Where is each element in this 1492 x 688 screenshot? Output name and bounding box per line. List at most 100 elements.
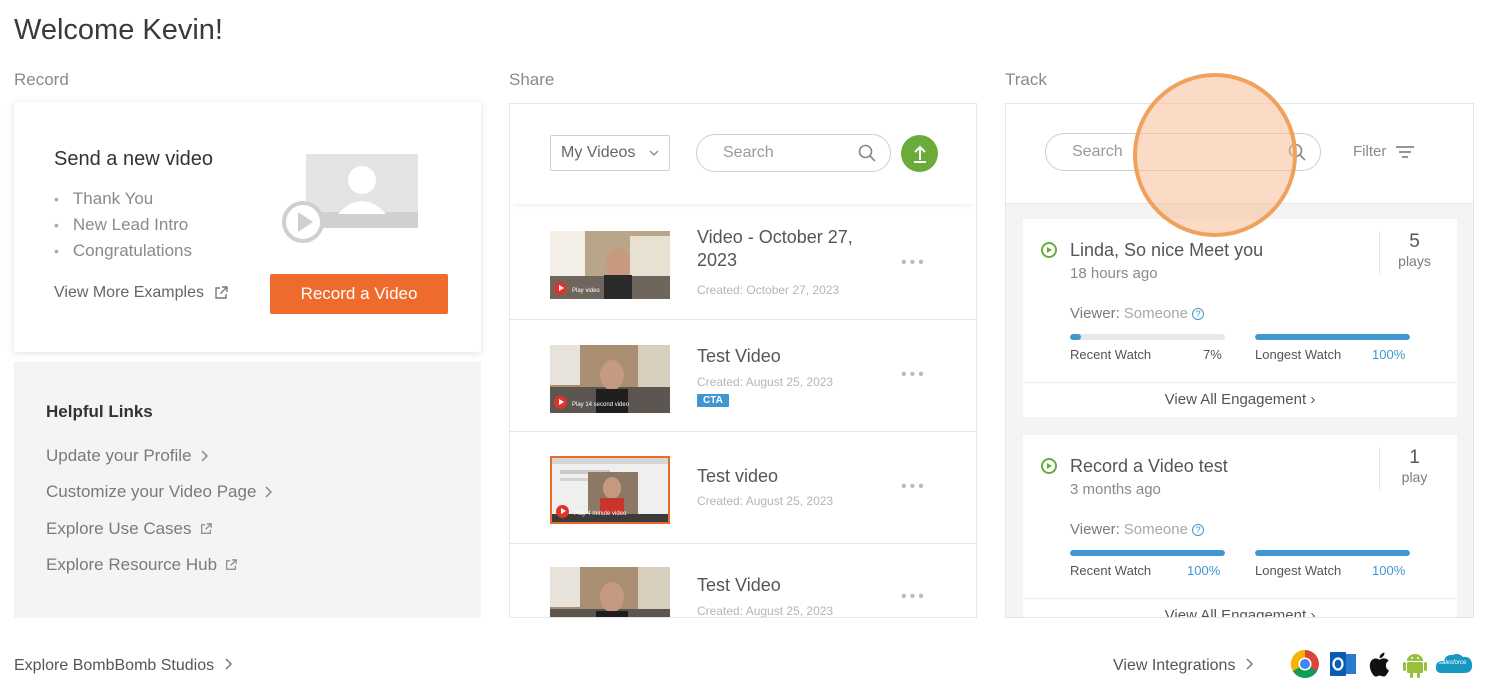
helpful-links-title: Helpful Links — [46, 402, 153, 421]
link-label: Explore Resource Hub — [46, 555, 218, 574]
video-created: Created: August 25, 2023 — [697, 375, 834, 389]
engagement-title[interactable]: Linda, So nice Meet you — [1070, 240, 1263, 261]
video-title[interactable]: Test Video — [697, 345, 887, 368]
view-all-label: View All Engagement — [1164, 391, 1307, 408]
engagement-time: 3 months ago — [1070, 481, 1161, 498]
recent-watch-percent: 7% — [1203, 347, 1222, 362]
viewer-info: Viewer: Someone ? — [1070, 521, 1204, 538]
viewer-label: Viewer: — [1070, 521, 1120, 538]
filter-label: Filter — [1353, 143, 1387, 160]
link-label: Update your Profile — [46, 446, 192, 465]
link-label: Explore Use Cases — [46, 519, 192, 538]
view-all-engagement-link[interactable]: View All Engagement › — [1023, 598, 1457, 617]
customize-video-page-link[interactable]: Customize your Video Page — [46, 482, 273, 502]
upload-icon — [913, 145, 926, 163]
share-label: Share — [509, 70, 555, 89]
view-integrations-link[interactable]: View Integrations — [1113, 657, 1254, 675]
touch-indicator — [1133, 73, 1297, 237]
video-thumbnail[interactable]: Play 14 second video — [550, 345, 670, 413]
engagement-title[interactable]: Record a Video test — [1070, 456, 1228, 477]
play-icon — [554, 282, 567, 295]
recent-watch-label: Recent Watch — [1070, 347, 1152, 362]
video-created: Created: August 25, 2023 — [697, 494, 834, 508]
page-title: Welcome Kevin! — [14, 14, 223, 46]
chevron-right-icon — [225, 658, 233, 670]
video-title[interactable]: Test video — [697, 465, 887, 488]
helpful-links-panel: Helpful Links Update your Profile Custom… — [14, 362, 481, 618]
video-created: Created: August 25, 2023 — [697, 604, 834, 618]
select-value: My Videos — [561, 144, 636, 161]
plays-label: play — [1401, 469, 1428, 485]
video-filter-select[interactable]: My Videos — [550, 135, 670, 171]
upload-button[interactable] — [901, 135, 938, 172]
video-title[interactable]: Test Video — [697, 574, 887, 597]
share-search-input[interactable]: Search — [696, 134, 891, 172]
longest-watch-percent: 100% — [1372, 347, 1406, 362]
search-icon — [858, 144, 876, 162]
longest-watch-fill — [1255, 550, 1410, 556]
info-icon[interactable]: ? — [1191, 523, 1204, 536]
send-video-card: Send a new video Thank You New Lead Intr… — [14, 102, 481, 352]
chrome-icon[interactable] — [1290, 649, 1320, 679]
plays-label: plays — [1398, 253, 1431, 269]
recent-watch-label: Recent Watch — [1070, 563, 1152, 578]
record-video-button[interactable]: Record a Video — [270, 274, 448, 314]
video-row[interactable]: Play 4 minute video Test video Created: … — [510, 432, 976, 544]
explore-studios-link[interactable]: Explore BombBomb Studios — [14, 657, 233, 675]
chevron-right-icon — [265, 486, 273, 498]
external-link-icon — [215, 286, 228, 299]
info-icon[interactable]: ? — [1191, 307, 1204, 320]
recent-watch-bar — [1070, 334, 1225, 340]
view-more-examples-link[interactable]: View More Examples — [54, 284, 228, 302]
view-more-examples-label: View More Examples — [54, 284, 204, 301]
plays-count: 5 — [1409, 231, 1420, 252]
longest-watch-bar — [1255, 550, 1410, 556]
longest-watch-percent: 100% — [1372, 563, 1406, 578]
update-profile-link[interactable]: Update your Profile — [46, 446, 208, 466]
longest-watch-fill — [1255, 334, 1410, 340]
track-label: Track — [1005, 70, 1047, 89]
chevron-right-icon — [201, 450, 208, 462]
android-icon[interactable] — [1400, 649, 1430, 679]
example-item: Congratulations — [54, 238, 192, 264]
view-all-engagement-link[interactable]: View All Engagement › — [1023, 382, 1457, 417]
card-title: Send a new video — [54, 148, 214, 170]
more-options-icon[interactable]: ••• — [901, 366, 927, 384]
thumbnail-caption: Play 14 second video — [572, 402, 630, 408]
video-title[interactable]: Video - October 27, 2023 — [697, 226, 887, 272]
viewer-value: Someone — [1123, 305, 1188, 322]
video-row[interactable]: Play video Video - October 27, 2023 Crea… — [510, 208, 976, 320]
viewer-label: Viewer: — [1070, 305, 1120, 322]
example-item: New Lead Intro — [54, 212, 192, 238]
apple-icon[interactable] — [1366, 649, 1396, 679]
link-label: Customize your Video Page — [46, 482, 257, 501]
more-options-icon[interactable]: ••• — [901, 478, 927, 496]
external-link-icon — [200, 523, 212, 534]
engagement-time: 18 hours ago — [1070, 265, 1158, 282]
more-options-icon[interactable]: ••• — [901, 254, 927, 272]
video-thumbnail[interactable]: Play 4 minute video — [550, 456, 670, 524]
chevron-down-icon — [649, 150, 659, 156]
play-circle-icon — [1041, 242, 1057, 258]
explore-use-cases-link[interactable]: Explore Use Cases — [46, 519, 212, 539]
plays-count-box: 5 plays — [1379, 231, 1449, 275]
recent-watch-fill — [1070, 550, 1225, 556]
filter-button[interactable]: Filter — [1353, 143, 1415, 160]
video-thumbnail[interactable] — [550, 567, 670, 617]
engagement-card: Linda, So nice Meet you 18 hours ago 5 p… — [1023, 219, 1457, 417]
video-thumbnail-image — [550, 231, 670, 299]
video-row[interactable]: Test Video Created: August 25, 2023 ••• — [510, 544, 976, 618]
longest-watch-label: Longest Watch — [1255, 347, 1342, 362]
viewer-info: Viewer: Someone ? — [1070, 305, 1204, 322]
play-circle-icon — [1041, 458, 1057, 474]
outlook-icon[interactable] — [1328, 649, 1358, 679]
video-row[interactable]: Play 14 second video Test Video Created:… — [510, 320, 976, 432]
explore-resource-hub-link[interactable]: Explore Resource Hub — [46, 555, 237, 575]
search-placeholder: Search — [723, 144, 774, 161]
engagement-card: Record a Video test 3 months ago 1 play … — [1023, 435, 1457, 617]
viewer-value: Someone — [1123, 521, 1188, 538]
plays-count: 1 — [1409, 447, 1420, 468]
more-options-icon[interactable]: ••• — [901, 588, 927, 606]
salesforce-icon[interactable]: salesforce — [1434, 649, 1474, 679]
video-thumbnail[interactable]: Play video — [550, 231, 670, 299]
